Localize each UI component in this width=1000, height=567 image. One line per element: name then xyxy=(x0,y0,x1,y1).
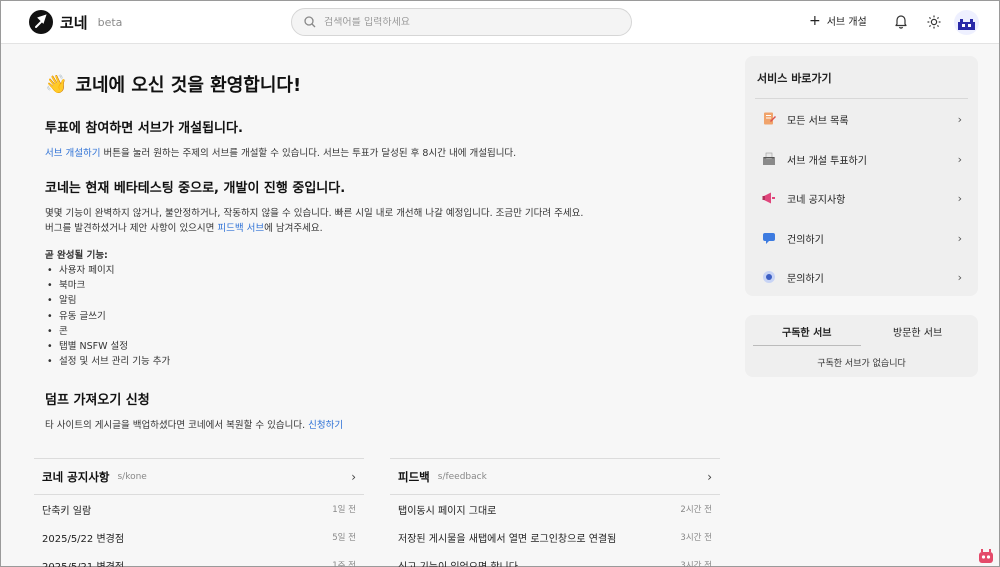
subs-card: 구독한 서브 방문한 서브 구독한 서브가 없습니다 xyxy=(745,315,978,377)
vote-text-body: 버튼을 눌러 원하는 주제의 서브를 개설할 수 있습니다. 서브는 투표가 달… xyxy=(100,148,517,159)
list-item: • 탭별 NSFW 설정 xyxy=(47,340,128,352)
upcoming-features: 곧 완성될 기능: • 사용자 페이지 • 북마크 • 알림 • 유동 글쓰기 • 콘 •… xyxy=(39,247,170,369)
vote-text: 서브 개설하기 버튼을 눌러 원하는 주제의 서브를 개설할 수 있습니다. 서… xyxy=(45,146,516,161)
beta-line-2-pre: 버그를 발견하셨거나 제안 사항이 있으시면 xyxy=(45,223,218,234)
list-item: • 북마크 xyxy=(47,280,86,292)
welcome-title: 코네에 오신 것을 환영합니다! xyxy=(75,75,302,96)
top-header: 코네 beta + 서브 개설 xyxy=(1,1,999,44)
document-icon xyxy=(761,111,777,127)
create-sub-label: 서브 개설 xyxy=(826,17,867,28)
sidebar-item-inquiry[interactable]: 문의하기 › xyxy=(755,262,968,292)
table-row[interactable]: 2025/5/22 변경점 5일 전 xyxy=(34,523,364,551)
sidebar-item-label: 건의하기 xyxy=(787,234,824,246)
dump-title: 덤프 가져오기 신청 xyxy=(45,393,150,408)
beta-section: 코네는 현재 베타테스팅 중으로, 개발이 진행 중입니다. 몇몇 기능이 완벽… xyxy=(39,177,583,236)
create-sub-link[interactable]: 서브 개설하기 xyxy=(45,148,100,159)
theme-toggle-icon[interactable] xyxy=(927,14,941,33)
ballot-box-icon xyxy=(761,151,777,167)
list-item: • 설정 및 서브 관리 기능 추가 xyxy=(47,356,171,368)
create-sub-button[interactable]: + 서브 개설 xyxy=(809,12,867,29)
vote-title: 투표에 참여하면 서브가 개설됩니다. xyxy=(45,121,243,136)
welcome-heading: 👋 코네에 오신 것을 환영합니다! xyxy=(45,71,729,97)
sidebar-item-label: 문의하기 xyxy=(787,273,824,285)
list-item: • 유동 글쓰기 xyxy=(47,310,106,322)
dump-apply-link[interactable]: 신청하기 xyxy=(308,420,343,431)
sidebar-item-notice[interactable]: 코네 공지사항 › xyxy=(755,183,968,213)
list-item: • 콘 xyxy=(47,325,68,337)
beta-line-1: 몇몇 기능이 완벽하지 않거나, 불안정하거나, 작동하지 않을 수 있습니다.… xyxy=(45,208,584,219)
chevron-right-icon[interactable]: › xyxy=(351,470,356,484)
upcoming-list: • 사용자 페이지 • 북마크 • 알림 • 유동 글쓰기 • 콘 • 탭별 NSFW 설정… xyxy=(47,263,170,369)
service-shortcuts-title: 서비스 바로가기 xyxy=(757,72,832,85)
beta-title: 코네는 현재 베타테스팅 중으로, 개발이 진행 중입니다. xyxy=(45,181,346,196)
feedback-sub-link[interactable]: 피드백 서브 xyxy=(217,223,264,234)
sidebar-item-all-subs[interactable]: 모든 서브 목록 › xyxy=(755,104,968,134)
chevron-right-icon: › xyxy=(957,152,962,166)
sidebar-item-label: 모든 서브 목록 xyxy=(787,115,849,127)
divider xyxy=(755,98,968,99)
table-row[interactable]: 신고 기능이 있었으면 합니다. 3시간 전 xyxy=(390,551,720,567)
search-bar[interactable] xyxy=(291,8,632,36)
board-sub: s/feedback xyxy=(437,471,487,482)
table-row[interactable]: 저장된 게시물을 새탭에서 열면 로그인창으로 연결됨 3시간 전 xyxy=(390,523,720,551)
dump-section: 덤프 가져오기 신청 타 사이트의 게시글을 백업하셨다면 코네에서 복원할 수… xyxy=(39,389,343,433)
logo-text: 코네 xyxy=(60,13,88,32)
beta-line-2: 버그를 발견하셨거나 제안 사항이 있으시면 피드백 서브에 남겨주세요. xyxy=(45,221,583,236)
megaphone-icon xyxy=(761,190,777,206)
empty-subs-message: 구독한 서브가 없습니다 xyxy=(817,359,906,369)
vote-section: 투표에 참여하면 서브가 개설됩니다. 서브 개설하기 버튼을 눌러 원하는 주… xyxy=(39,117,516,161)
plus-icon: + xyxy=(809,12,821,29)
board-title: 피드백 xyxy=(398,469,430,484)
table-row[interactable]: 단축키 일람 1일 전 xyxy=(34,495,364,523)
table-row[interactable]: 탭이동시 페이지 그대로 2시간 전 xyxy=(390,495,720,523)
active-tab-indicator xyxy=(753,345,861,346)
speech-bubble-icon xyxy=(761,230,777,246)
board-sub: s/kone xyxy=(117,471,147,482)
notice-board-header[interactable]: 코네 공지사항 s/kone › xyxy=(34,459,364,495)
list-item: • 사용자 페이지 xyxy=(47,265,115,276)
tab-visited[interactable]: 방문한 서브 xyxy=(893,324,942,339)
main-content: 👋 코네에 오신 것을 환영합니다! 투표에 참여하면 서브가 개설됩니다. 서… xyxy=(39,57,729,432)
bell-icon[interactable] xyxy=(894,14,908,33)
avatar[interactable] xyxy=(954,10,979,35)
beta-label: beta xyxy=(97,15,123,29)
notice-board: 코네 공지사항 s/kone › 단축키 일람 1일 전 2025/5/22 변경… xyxy=(34,458,364,567)
search-input[interactable] xyxy=(324,16,614,28)
feedback-board: 피드백 s/feedback › 탭이동시 페이지 그대로 2시간 전 저장된 게… xyxy=(390,458,720,567)
logo-link[interactable]: 코네 beta xyxy=(29,10,122,34)
board-title: 코네 공지사항 xyxy=(42,469,110,484)
table-row[interactable]: 2025/5/21 변경점 1주 전 xyxy=(34,551,364,567)
beta-line-2-post: 에 남겨주세요. xyxy=(264,223,323,234)
chevron-right-icon: › xyxy=(957,112,962,126)
service-shortcuts-card: 서비스 바로가기 모든 서브 목록 › 서브 개설 투표하기 › 코네 공지사항… xyxy=(745,56,978,296)
robot-mascot-icon[interactable] xyxy=(976,546,996,567)
chevron-right-icon: › xyxy=(957,191,962,205)
list-item: • 알림 xyxy=(47,295,77,307)
dump-text-body: 타 사이트의 게시글을 백업하셨다면 코네에서 복원할 수 있습니다. xyxy=(45,420,309,431)
feedback-board-header[interactable]: 피드백 s/feedback › xyxy=(390,459,720,495)
logo-icon xyxy=(29,10,53,34)
upcoming-title: 곧 완성될 기능: xyxy=(45,250,108,261)
search-icon xyxy=(304,13,316,32)
sidebar-item-suggest[interactable]: 건의하기 › xyxy=(755,223,968,253)
dump-text: 타 사이트의 게시글을 백업하셨다면 코네에서 복원할 수 있습니다. 신청하기 xyxy=(45,418,343,433)
tab-subscribed[interactable]: 구독한 서브 xyxy=(782,324,831,339)
chevron-right-icon: › xyxy=(957,231,962,245)
sidebar-item-label: 서브 개설 투표하기 xyxy=(787,155,867,167)
chevron-right-icon[interactable]: › xyxy=(707,470,712,484)
headset-icon xyxy=(761,269,777,285)
sidebar-item-label: 코네 공지사항 xyxy=(787,194,846,206)
sidebar-item-vote[interactable]: 서브 개설 투표하기 › xyxy=(755,144,968,174)
waving-hand-icon: 👋 xyxy=(45,73,68,95)
chevron-right-icon: › xyxy=(957,270,962,284)
